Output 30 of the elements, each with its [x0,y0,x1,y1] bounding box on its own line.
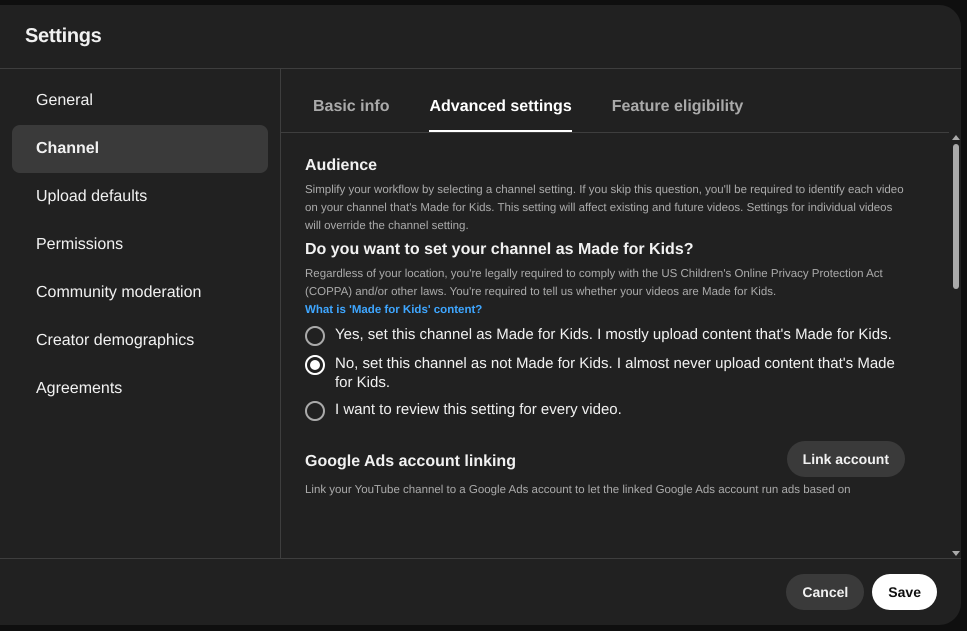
option-label: I want to review this setting for every video. [335,400,622,419]
tab[interactable]: Advanced settings [429,98,572,132]
scroll-up-icon[interactable] [952,135,960,140]
radio-button[interactable] [305,326,325,346]
section-heading: Audience [305,157,378,175]
scrollbar-thumb[interactable] [953,144,959,289]
sidebar-item[interactable]: Creator demographics [12,317,268,365]
option-label: Yes, set this channel as Made for Kids. I mostly upload content that's Made for Kids. [335,325,892,344]
section-description: Link your YouTube channel to a Google Ads account to let the linked Google Ads account run ads based on [305,483,852,498]
question-heading: Do you want to set your channel as Made for Kids? [305,241,694,259]
scroll-down-icon[interactable] [952,551,960,556]
option-label: No, set this channel as not Made for Kids. I almost never upload content that's Made for Kids. [335,354,896,392]
section-heading: Google Ads account linking [305,453,516,471]
tab[interactable]: Feature eligibility [612,98,744,132]
help-link[interactable]: What is 'Made for Kids' content? [305,304,482,316]
legal-note: Regardless of your location, you're legally required to comply with the US Children's Online Privacy Protection Act (COPPA) and/or other laws. You're required to tell us whether your videos are Made for Kids. What is 'Made for Kids' content? [305,267,884,318]
scrollbar[interactable] [951,133,961,558]
sidebar-item[interactable]: Upload defaults [12,173,268,221]
sidebar-item[interactable]: Community moderation [12,269,268,317]
sidebar-item[interactable]: Permissions [12,221,268,269]
tab[interactable]: Basic info [313,98,390,132]
sidebar-item[interactable]: General [12,77,268,125]
save-button[interactable]: Save [872,574,937,610]
radio-button[interactable] [305,401,325,421]
sidebar-item[interactable]: Agreements [12,365,268,413]
dialog-title: Settings [25,25,102,48]
link-account-button[interactable]: Link account [786,441,905,477]
section-description: Simplify your workflow by selecting a channel setting. If you skip this question, you'll be required to identify each video on your channel that's Made for Kids. This setting will affect existing and future videos. Settings for individual videos will override the channel setting. [305,183,905,234]
sidebar-item[interactable]: Channel [12,125,268,173]
cancel-button[interactable]: Cancel [786,574,864,610]
